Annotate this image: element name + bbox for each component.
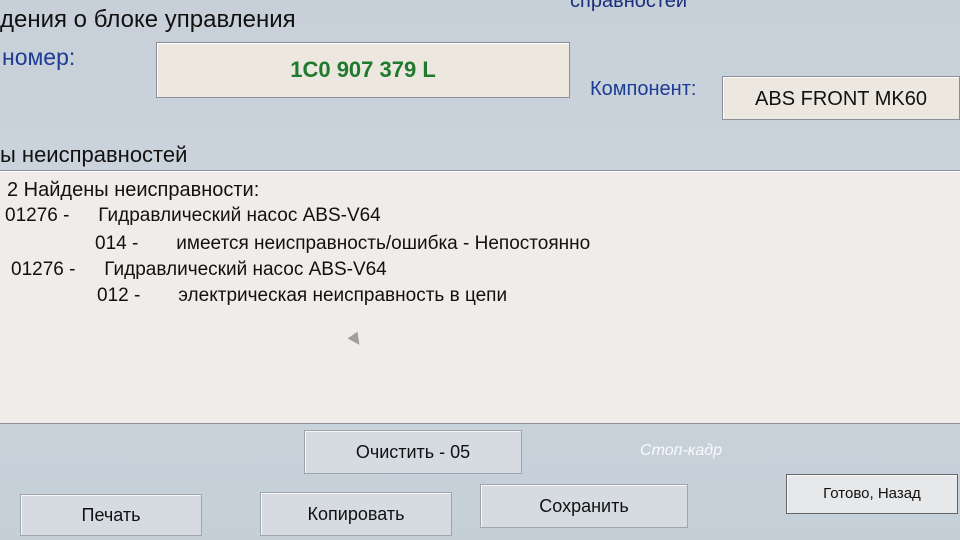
fault-detail-row: 014 - имеется неисправность/ошибка - Неп… <box>95 233 590 255</box>
window-title-partial: справностей <box>570 0 688 12</box>
fault-row: 01276 - Гидравлический насос ABS-V64 <box>11 259 387 281</box>
save-button[interactable]: Сохранить <box>480 484 688 528</box>
component-label: Компонент: <box>590 78 697 100</box>
done-back-button[interactable]: Готово, Назад <box>786 474 958 514</box>
fault-subcode: 014 - <box>95 233 139 254</box>
fault-code: 01276 - <box>11 259 76 280</box>
fault-description: Гидравлический насос ABS-V64 <box>104 259 387 280</box>
control-unit-info-section-title: дения о блоке управления <box>0 6 296 33</box>
component-field: ABS FRONT MK60 <box>722 76 960 120</box>
part-number-field: 1C0 907 379 L <box>156 42 570 98</box>
print-button[interactable]: Печать <box>20 494 202 536</box>
fault-count-header: 2 Найдены неисправности: <box>7 179 260 201</box>
fault-code: 01276 - <box>5 205 70 226</box>
part-number-label: номер: <box>2 44 76 70</box>
clear-faults-button[interactable]: Очистить - 05 <box>304 430 522 474</box>
fault-detail-row: 012 - электрическая неисправность в цепи <box>97 285 507 307</box>
vag-control-unit-window: справностей дения о блоке управления ном… <box>0 0 960 540</box>
faults-section-title: ы неисправностей <box>0 142 188 167</box>
fault-list-panel[interactable]: 2 Найдены неисправности: 01276 - Гидравл… <box>0 170 960 424</box>
fault-row: 01276 - Гидравлический насос ABS-V64 <box>5 205 381 227</box>
fault-subcode: 012 - <box>97 285 141 306</box>
fault-description: Гидравлический насос ABS-V64 <box>98 205 381 226</box>
copy-button[interactable]: Копировать <box>260 492 452 536</box>
fault-detail: имеется неисправность/ошибка - Непостоян… <box>176 233 591 254</box>
freeze-frame-button[interactable]: Стоп-кадр <box>590 430 772 468</box>
fault-detail: электрическая неисправность в цепи <box>178 285 508 306</box>
